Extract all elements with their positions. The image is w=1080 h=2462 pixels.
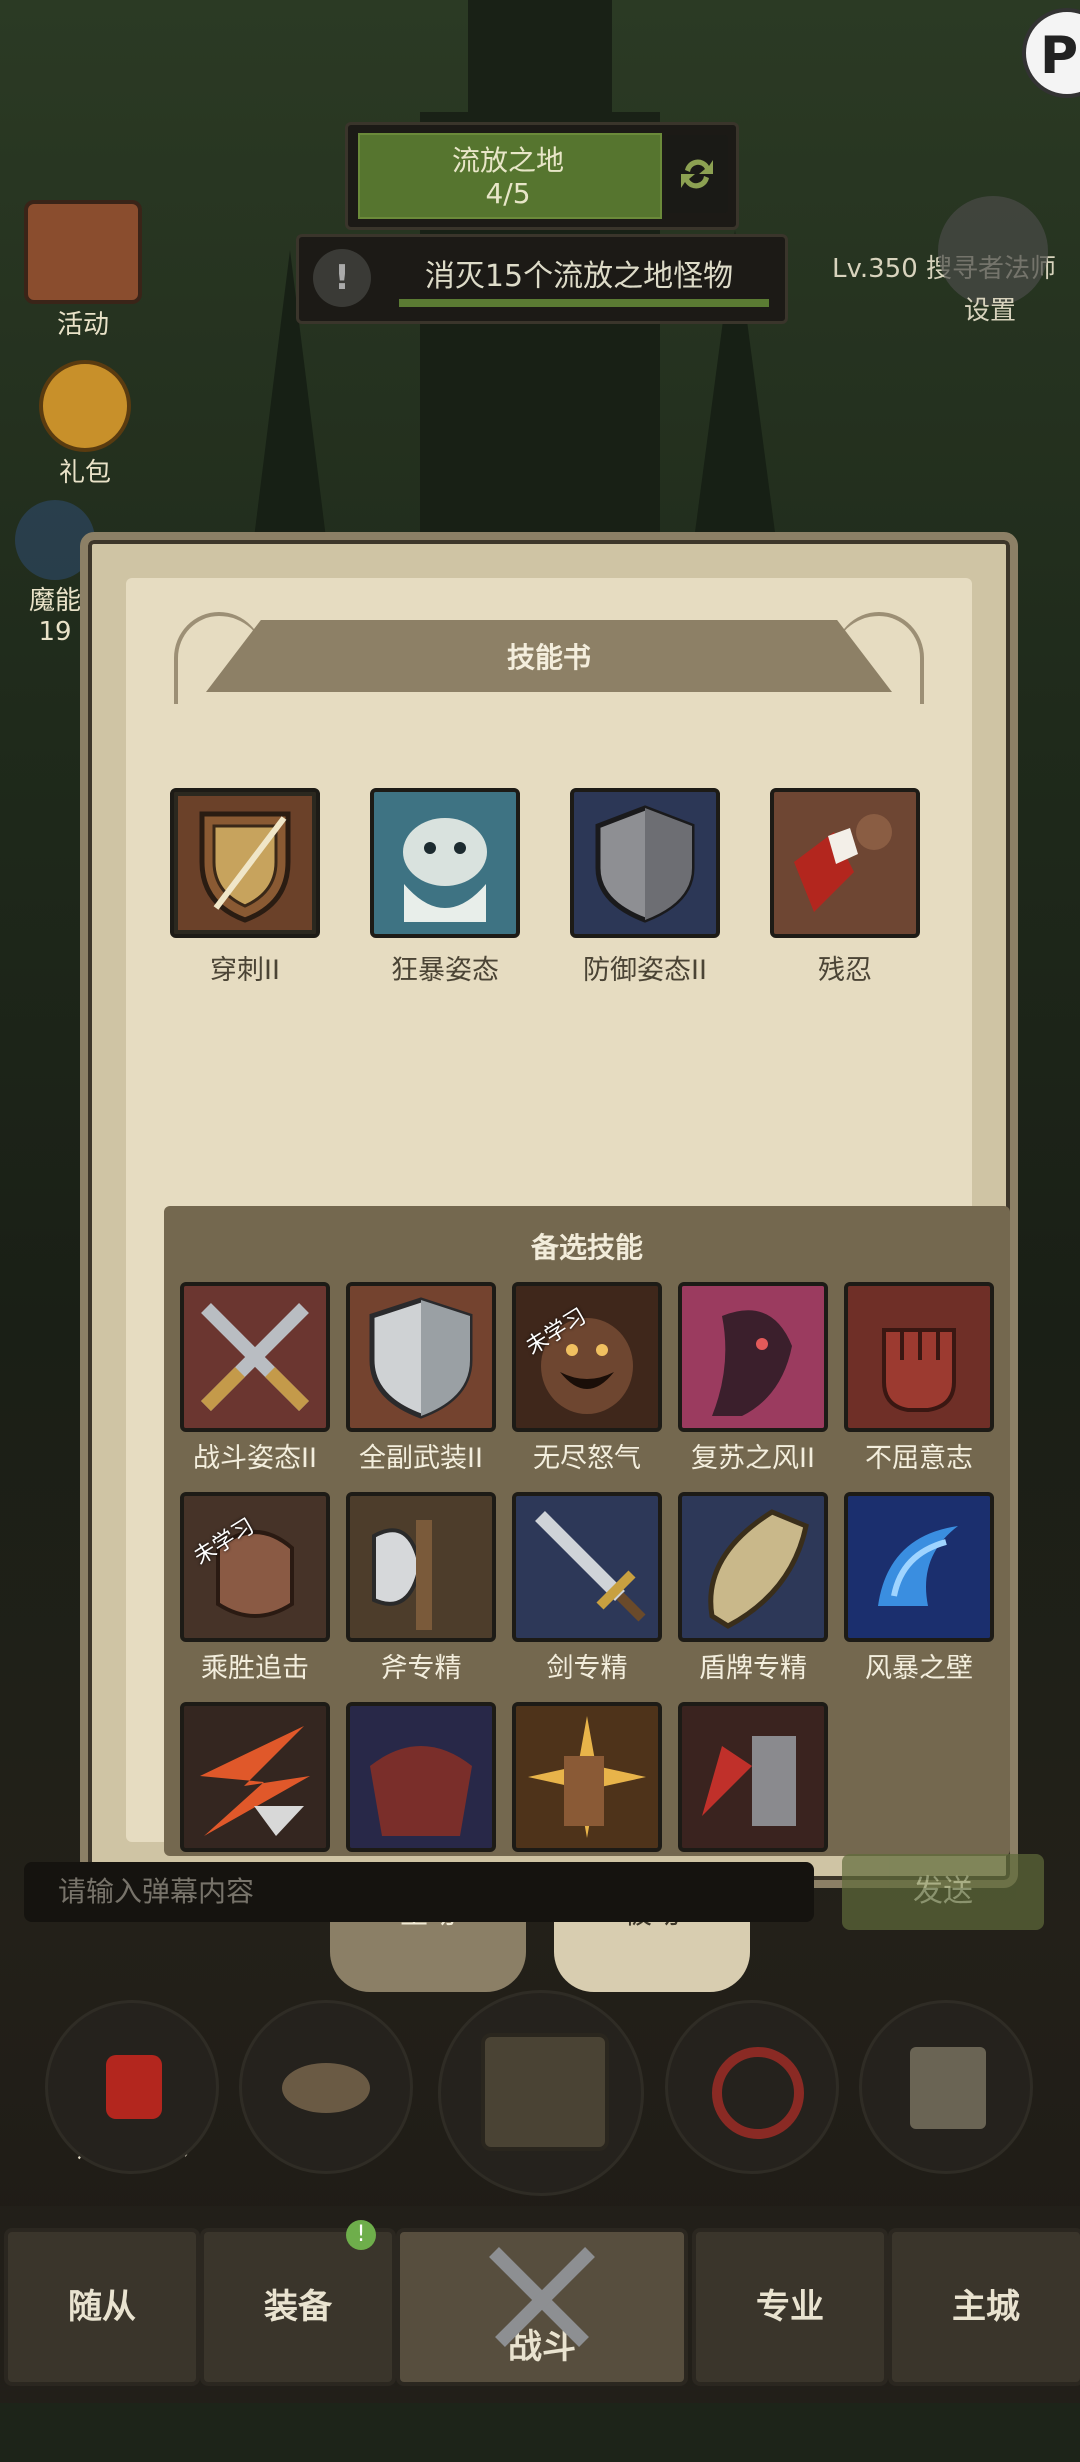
send-button[interactable]: 发送 <box>842 1854 1044 1930</box>
crossed-swords-icon <box>180 1282 330 1432</box>
refresh-icon <box>681 159 713 189</box>
candidate-skill[interactable] <box>342 1702 500 1856</box>
candidate-skill-label: 剑专精 <box>546 1653 628 1684</box>
book-icon <box>859 2000 1033 2174</box>
candidate-skill[interactable] <box>508 1702 666 1856</box>
candidate-skill[interactable]: 未学习 无尽怒气 <box>508 1282 666 1475</box>
nav-battle[interactable]: 战斗 <box>396 2228 688 2386</box>
brute-force-icon <box>346 1702 496 1852</box>
crossed-swords-icon <box>489 2247 595 2347</box>
berserk-stance-icon <box>370 788 520 938</box>
alert-icon: ! <box>313 249 371 307</box>
candidate-skill[interactable]: 未学习 乘胜追击 <box>176 1492 334 1685</box>
candidate-skill[interactable] <box>176 1702 334 1856</box>
potion-icon <box>45 2000 219 2174</box>
axe-mastery-icon <box>346 1492 496 1642</box>
panel-title: 技能书 <box>506 641 591 674</box>
candidate-skill-label: 无尽怒气 <box>533 1443 641 1474</box>
iron-will-fist-icon <box>844 1282 994 1432</box>
notification-badge: ! <box>346 2220 376 2250</box>
candidate-skill[interactable]: 不屈意志 <box>840 1282 998 1475</box>
chest-button[interactable]: 8分钟 <box>436 1990 646 2196</box>
shield-mastery-icon <box>678 1492 828 1642</box>
nav-main-city[interactable]: 主城 <box>888 2228 1080 2386</box>
equipped-skill-label: 狂暴姿态 <box>391 955 499 986</box>
equipped-skill-slot[interactable]: 防御姿态II <box>570 788 720 987</box>
mission-text: 消灭15个流放之地怪物 <box>424 259 734 294</box>
equipped-skill-label: 穿刺II <box>210 955 280 986</box>
candidate-skills-title: 备选技能 <box>530 1231 643 1264</box>
bread-button[interactable]: 面包 <box>236 2000 416 2174</box>
pierce-shield-icon <box>170 788 320 938</box>
mission-panel[interactable]: ! 消灭15个流放之地怪物 <box>296 234 788 324</box>
candidate-skill[interactable]: 复苏之风II <box>674 1282 832 1475</box>
danmaku-input[interactable]: 请输入弹幕内容 <box>24 1862 814 1922</box>
golden-burst-icon <box>512 1702 662 1852</box>
candidate-skill-label: 盾牌专精 <box>699 1653 807 1684</box>
panel-page: 技能书 穿刺II 狂暴姿态 防御姿态II 残忍 备选技能 战斗姿态II 全副武装… <box>126 578 1010 1856</box>
endless-rage-icon: 未学习 <box>512 1282 662 1432</box>
revival-wind-icon <box>678 1282 828 1432</box>
equipped-skill-slot[interactable]: 狂暴姿态 <box>370 788 520 987</box>
nav-followers[interactable]: 随从 <box>4 2228 200 2386</box>
full-armor-shield-icon <box>346 1282 496 1432</box>
equipped-skill-label: 残忍 <box>818 955 872 986</box>
equipped-skill-slot[interactable]: 穿刺II <box>170 788 320 987</box>
nav-equipment[interactable]: 装备 <box>200 2228 396 2386</box>
candidate-skill-label: 战斗姿态II <box>193 1443 317 1474</box>
candidate-skill-label: 不屈意志 <box>865 1443 973 1474</box>
potion-button[interactable]: 治疗药水 <box>42 2000 222 2174</box>
equipped-skill-label: 防御姿态II <box>583 955 707 986</box>
gift-button[interactable]: 礼包 <box>30 360 140 489</box>
quest-progress-text: 4/5 <box>485 177 531 210</box>
mission-progress-bar <box>399 299 769 307</box>
candidate-skill[interactable]: 全副武装II <box>342 1282 500 1475</box>
charge-strike-icon <box>180 1702 330 1852</box>
candidate-skill-label: 乘胜追击 <box>201 1653 309 1684</box>
quest-panel[interactable]: 流放之地 4/5 <box>345 122 739 230</box>
candidate-skill-label: 风暴之壁 <box>865 1653 973 1684</box>
candidate-skill[interactable]: 斧专精 <box>342 1492 500 1685</box>
activity-label: 活动 <box>56 310 109 340</box>
candidate-skill[interactable]: 盾牌专精 <box>674 1492 832 1685</box>
cruelty-icon <box>770 788 920 938</box>
mastery-icon <box>665 2000 839 2174</box>
settings-label: 设置 <box>964 296 1017 326</box>
candidate-skills-area: 备选技能 战斗姿态II 全副武装II 未学习 无尽怒气 复苏之风II 不屈意志 … <box>164 1206 1010 1856</box>
candidate-skill[interactable] <box>674 1702 832 1856</box>
refresh-button[interactable] <box>666 135 728 213</box>
activity-button[interactable]: 活动 <box>18 200 148 341</box>
mastery-button[interactable]: 专精 <box>662 2000 842 2174</box>
bread-icon <box>239 2000 413 2174</box>
candidate-skill[interactable]: 剑专精 <box>508 1492 666 1685</box>
gift-label: 礼包 <box>58 458 111 488</box>
nav-profession[interactable]: 专业 <box>692 2228 888 2386</box>
candidate-skill-label: 斧专精 <box>380 1653 462 1684</box>
bleeding-strike-icon <box>678 1702 828 1852</box>
candidate-skill[interactable]: 战斗姿态II <box>176 1282 334 1475</box>
skillbook-panel: 技能书 穿刺II 狂暴姿态 防御姿态II 残忍 备选技能 战斗姿态II 全副武装… <box>80 532 1018 1888</box>
gift-coin-icon <box>39 360 131 452</box>
storm-wall-icon <box>844 1492 994 1642</box>
sword-mastery-icon <box>512 1492 662 1642</box>
defense-stance-icon <box>570 788 720 938</box>
equipped-skill-slot[interactable]: 残忍 <box>770 788 920 987</box>
scroll-icon <box>24 200 142 304</box>
candidate-skill-label: 全副武装II <box>359 1443 483 1474</box>
equipped-skills: 穿刺II 狂暴姿态 防御姿态II 残忍 <box>170 788 930 986</box>
skillbook-button[interactable]: 技能书 <box>856 2000 1036 2174</box>
candidate-skill[interactable]: 风暴之壁 <box>840 1492 998 1685</box>
quest-name: 流放之地 <box>451 144 564 177</box>
victory-rush-fist-icon: 未学习 <box>180 1492 330 1642</box>
treasure-chest-icon <box>438 1990 644 2196</box>
candidate-skill-label: 复苏之风II <box>691 1443 815 1474</box>
